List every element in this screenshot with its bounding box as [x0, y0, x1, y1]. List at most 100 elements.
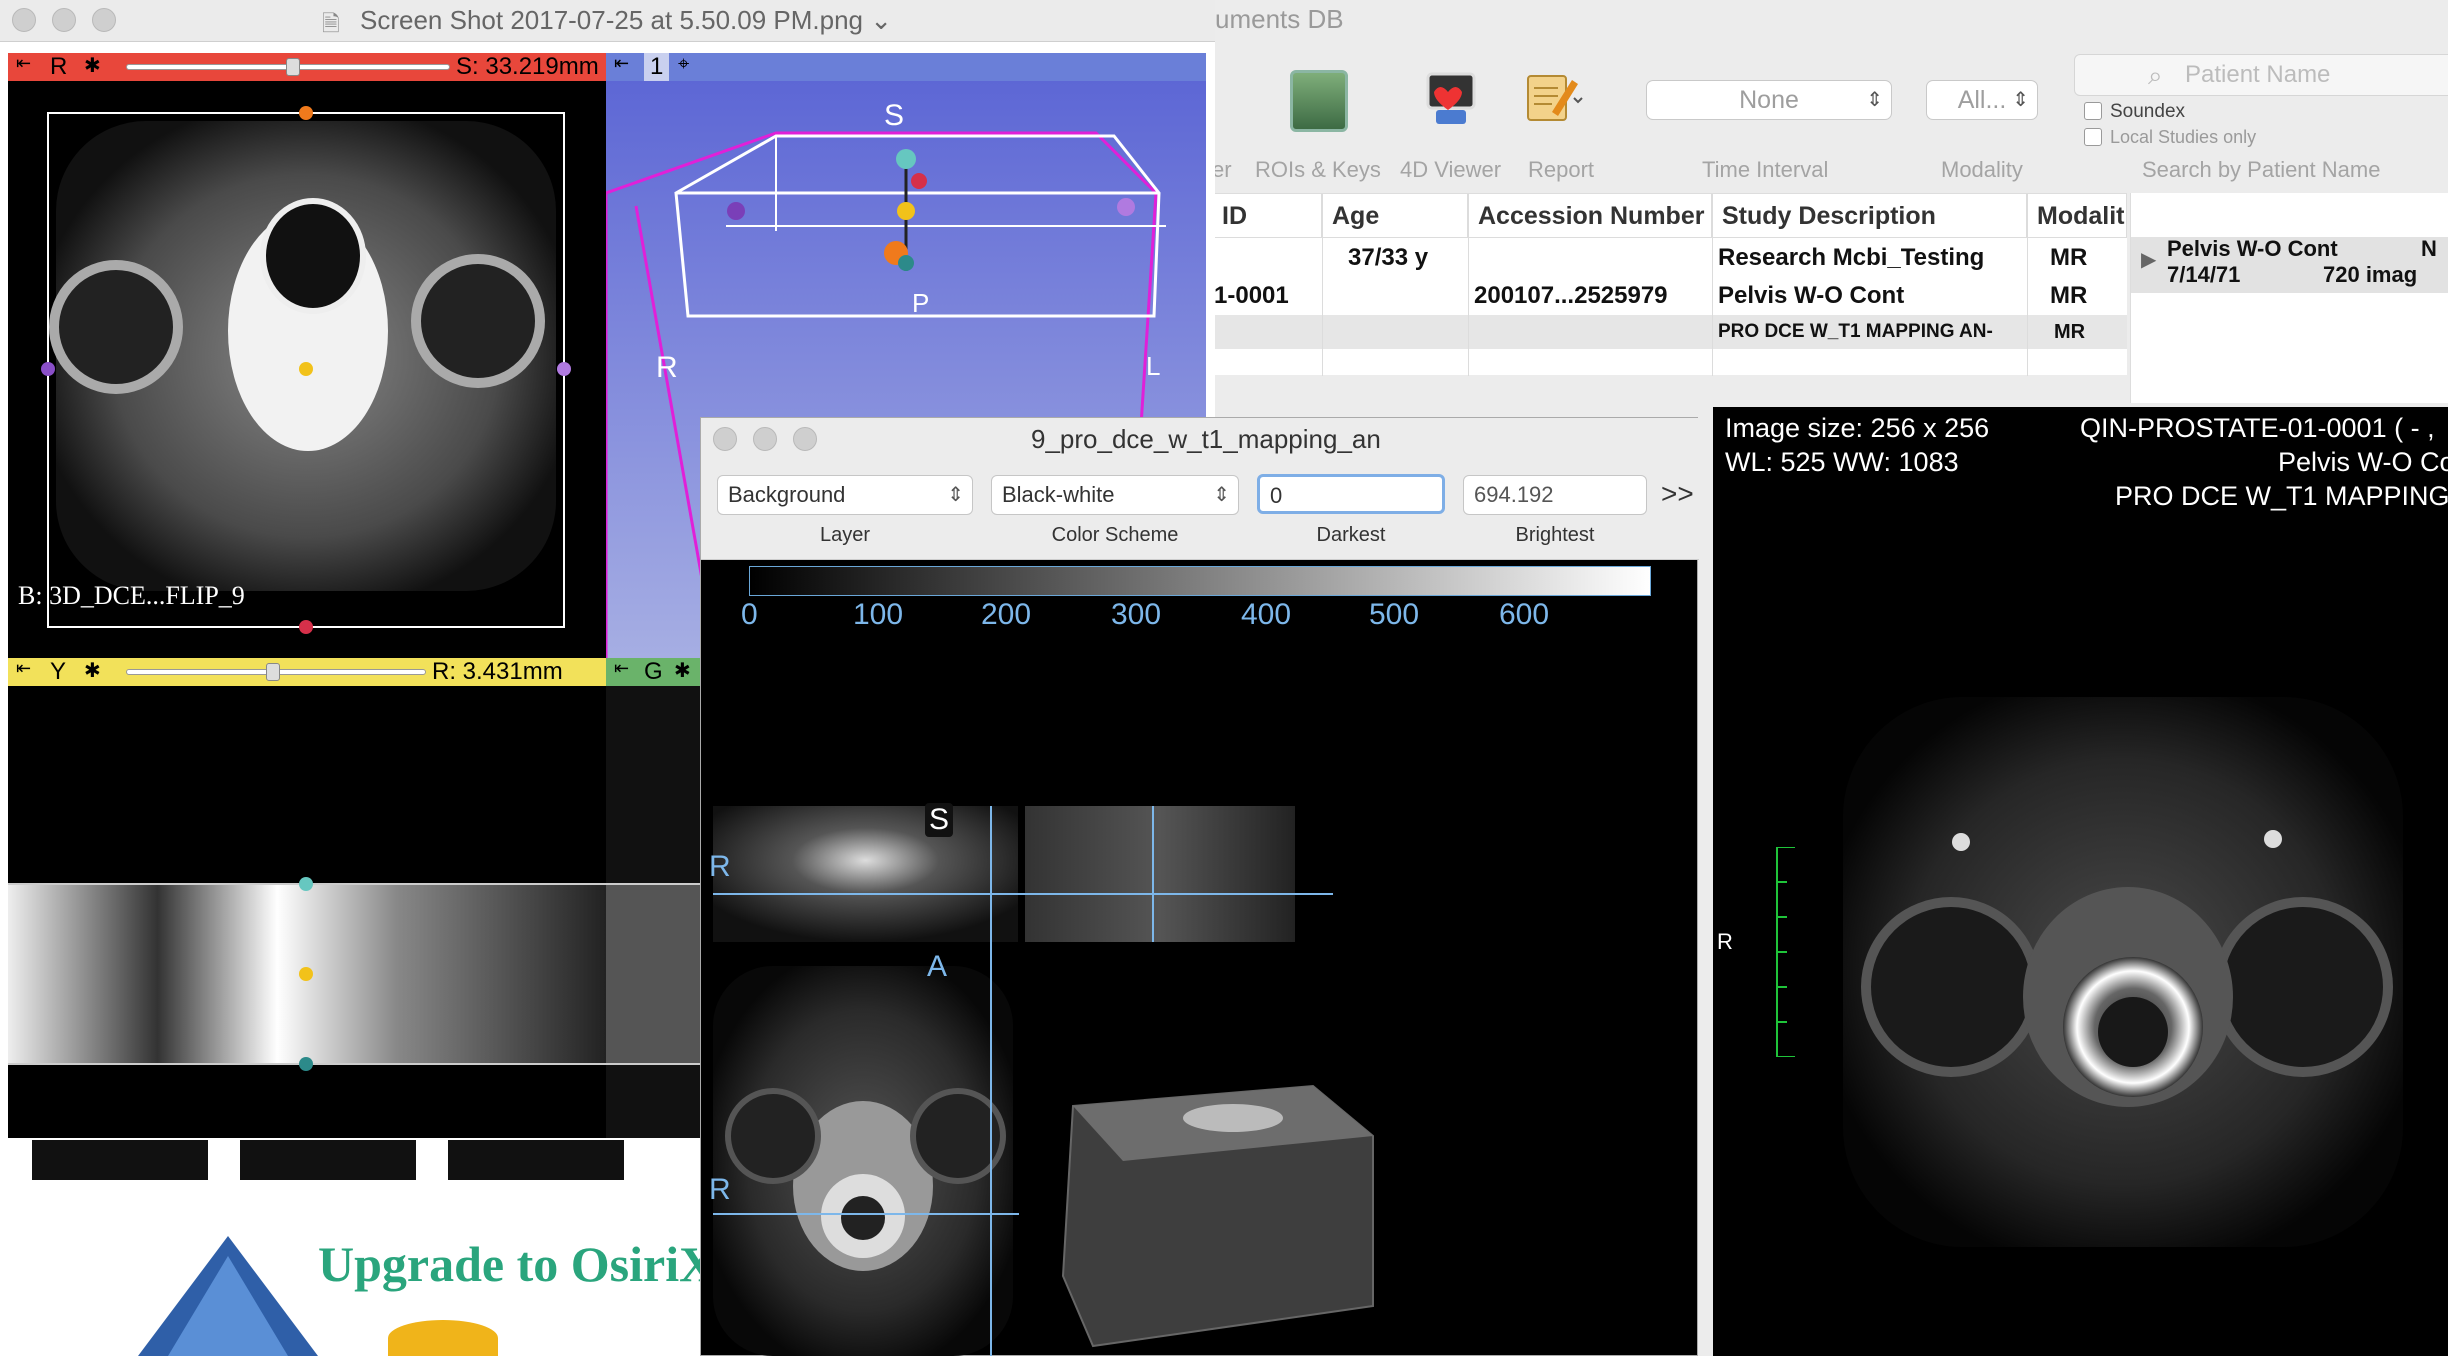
volume-title: 9_pro_dce_w_t1_mapping_an [1031, 424, 1381, 454]
green-slice-view[interactable] [606, 686, 700, 1138]
rois-keys-button[interactable]: ROIs & Keys [1255, 157, 1381, 183]
orientation-l: L [1146, 351, 1161, 381]
series-panel: ▶ Pelvis W-O Cont N 7/14/71 720 imag [2130, 193, 2448, 403]
close-button[interactable] [12, 8, 36, 32]
multiplanar-views[interactable] [713, 806, 1693, 1356]
pin-icon[interactable]: ⇤ [16, 658, 31, 679]
color-scheme-caption: Color Scheme [1051, 524, 1179, 546]
column-header-accession[interactable]: Accession Number [1468, 194, 1712, 238]
thumbnail[interactable] [32, 1140, 208, 1180]
minimize-button[interactable] [753, 427, 777, 451]
time-interval-select[interactable]: None ⇕ [1646, 80, 1892, 120]
disclosure-triangle-icon[interactable]: ▶ [2141, 247, 2156, 272]
pin-icon[interactable]: ⇤ [614, 53, 629, 74]
mr-axial-image [1843, 697, 2403, 1247]
column-header-id[interactable]: ID [1212, 194, 1322, 238]
brightest-input[interactable]: 694.192 [1463, 475, 1647, 515]
background-layer-label: B: 3D_DCE...FLIP_9 [18, 581, 245, 610]
study-text: Pelvis W-O Co [2278, 447, 2448, 477]
soundex-checkbox[interactable] [2084, 102, 2102, 120]
modality-select[interactable]: All... ⇕ [1926, 80, 2038, 120]
cell-modality[interactable]: MR [2050, 278, 2087, 314]
orientation-r: R [709, 850, 731, 883]
close-button[interactable] [713, 427, 737, 451]
color-bar[interactable] [749, 566, 1651, 596]
rois-keys-icon[interactable] [1290, 70, 1348, 132]
cell-description[interactable]: Pelvis W-O Cont [1718, 278, 1904, 314]
display-controls: Background ⇕ Black-white ⇕ 0 694.192 >> … [701, 460, 1699, 560]
time-interval-value: None [1739, 86, 1799, 114]
patient-search-input[interactable]: Patient Name [2074, 54, 2448, 96]
zoom-button[interactable] [793, 427, 817, 451]
promo-graphic [388, 1320, 498, 1356]
layer-caption: Layer [819, 524, 871, 546]
series-extra: N [2421, 236, 2437, 261]
coronal-slice-image [606, 883, 700, 1065]
series-row[interactable]: ▶ Pelvis W-O Cont N 7/14/71 720 imag [2131, 236, 2448, 293]
link-icon[interactable]: ✱ [84, 658, 101, 683]
file-icon: 🗎 [322, 11, 340, 36]
column-header-age[interactable]: Age [1322, 194, 1468, 238]
upgrade-promo-text: Upgrade to OsiriX [318, 1236, 716, 1292]
cell-age[interactable]: 37/33 y [1348, 240, 1428, 276]
volume-titlebar: 9_pro_dce_w_t1_mapping_an [701, 418, 1699, 460]
color-scheme-select[interactable]: Black-white ⇕ [991, 475, 1239, 515]
time-interval-label: Time Interval [1702, 157, 1829, 182]
volume-display-window: 9_pro_dce_w_t1_mapping_an Background ⇕ B… [700, 417, 1699, 1356]
center-icon[interactable]: ⌖ [678, 53, 689, 76]
series-count: 720 imag [2323, 262, 2418, 287]
3d-view-number: 1 [644, 53, 670, 81]
column-header-modality[interactable]: Modalit [2027, 194, 2127, 238]
orientation-p: P [912, 288, 930, 318]
dicom-viewer[interactable]: Image size: 256 x 256 WL: 525 WW: 1083 Q… [1713, 407, 2448, 1356]
updown-icon: ⇕ [947, 484, 964, 506]
cell-modality[interactable]: MR [2054, 314, 2085, 350]
cell-description[interactable]: PRO DCE W_T1 MAPPING AN- [1718, 314, 1993, 350]
cell-modality[interactable]: MR [2050, 240, 2087, 276]
window-title: uments DB [1215, 4, 1344, 34]
modality-label: Modality [1941, 157, 2023, 182]
report-icon[interactable] [1522, 68, 1584, 126]
zoom-button[interactable] [92, 8, 116, 32]
color-bar-tick: 0 [741, 598, 758, 631]
orientation-s: S [884, 99, 905, 132]
cell-accession[interactable]: 200107...2525979 [1474, 278, 1668, 314]
cell-description[interactable]: Research Mcbi_Testing [1718, 240, 1984, 276]
axial-slice-image [41, 106, 571, 634]
sagittal-slice-image [8, 877, 606, 1071]
column-header-description[interactable]: Study Description [1712, 194, 2027, 238]
red-slice-controller: ⇤ R ✱ S: 33.219mm [8, 53, 606, 81]
cell-id[interactable]: 1-0001 [1214, 278, 1289, 314]
slicer-titlebar: 🗎 Screen Shot 2017-07-25 at 5.50.09 PM.p… [0, 0, 1215, 42]
report-button[interactable]: Report [1528, 157, 1594, 183]
thumbnail[interactable] [240, 1140, 416, 1180]
color-bar-tick: 600 [1499, 598, 1550, 631]
yellow-slice-view[interactable] [8, 686, 606, 1138]
red-offset-value: S: 33.219mm [456, 53, 599, 80]
thumbnail[interactable] [448, 1140, 624, 1180]
minimize-button[interactable] [52, 8, 76, 32]
link-icon[interactable]: ✱ [84, 53, 101, 78]
search-icon: ⌕ [2148, 60, 2163, 90]
soundex-label: Soundex [2110, 101, 2186, 122]
layer-select[interactable]: Background ⇕ [717, 475, 973, 515]
local-studies-checkbox[interactable] [2084, 128, 2102, 146]
darkest-input[interactable]: 0 [1257, 474, 1445, 514]
search-label: Search by Patient Name [2142, 157, 2381, 182]
window-level-text: WL: 525 WW: 1083 [1725, 447, 1959, 477]
yellow-slice-letter: Y [50, 658, 67, 685]
link-icon[interactable]: ✱ [674, 658, 691, 683]
more-button[interactable]: >> [1661, 478, 1694, 510]
slider-handle[interactable] [266, 663, 280, 681]
upgrade-promo[interactable]: Upgrade to OsiriX [8, 1140, 715, 1356]
green-slice-letter: G [644, 658, 663, 685]
pin-icon[interactable]: ⇤ [614, 658, 629, 679]
4d-viewer-button[interactable]: 4D Viewer [1400, 157, 1501, 183]
3d-view-controller: ⇤ 1 ⌖ [606, 53, 1206, 81]
pin-icon[interactable]: ⇤ [16, 53, 31, 74]
updown-icon: ⇕ [1213, 484, 1230, 506]
modality-value: All... [1957, 86, 2007, 114]
red-slice-view[interactable]: B: 3D_DCE...FLIP_9 [8, 81, 606, 658]
slider-handle[interactable] [286, 58, 300, 76]
4d-viewer-icon[interactable] [1420, 70, 1482, 126]
